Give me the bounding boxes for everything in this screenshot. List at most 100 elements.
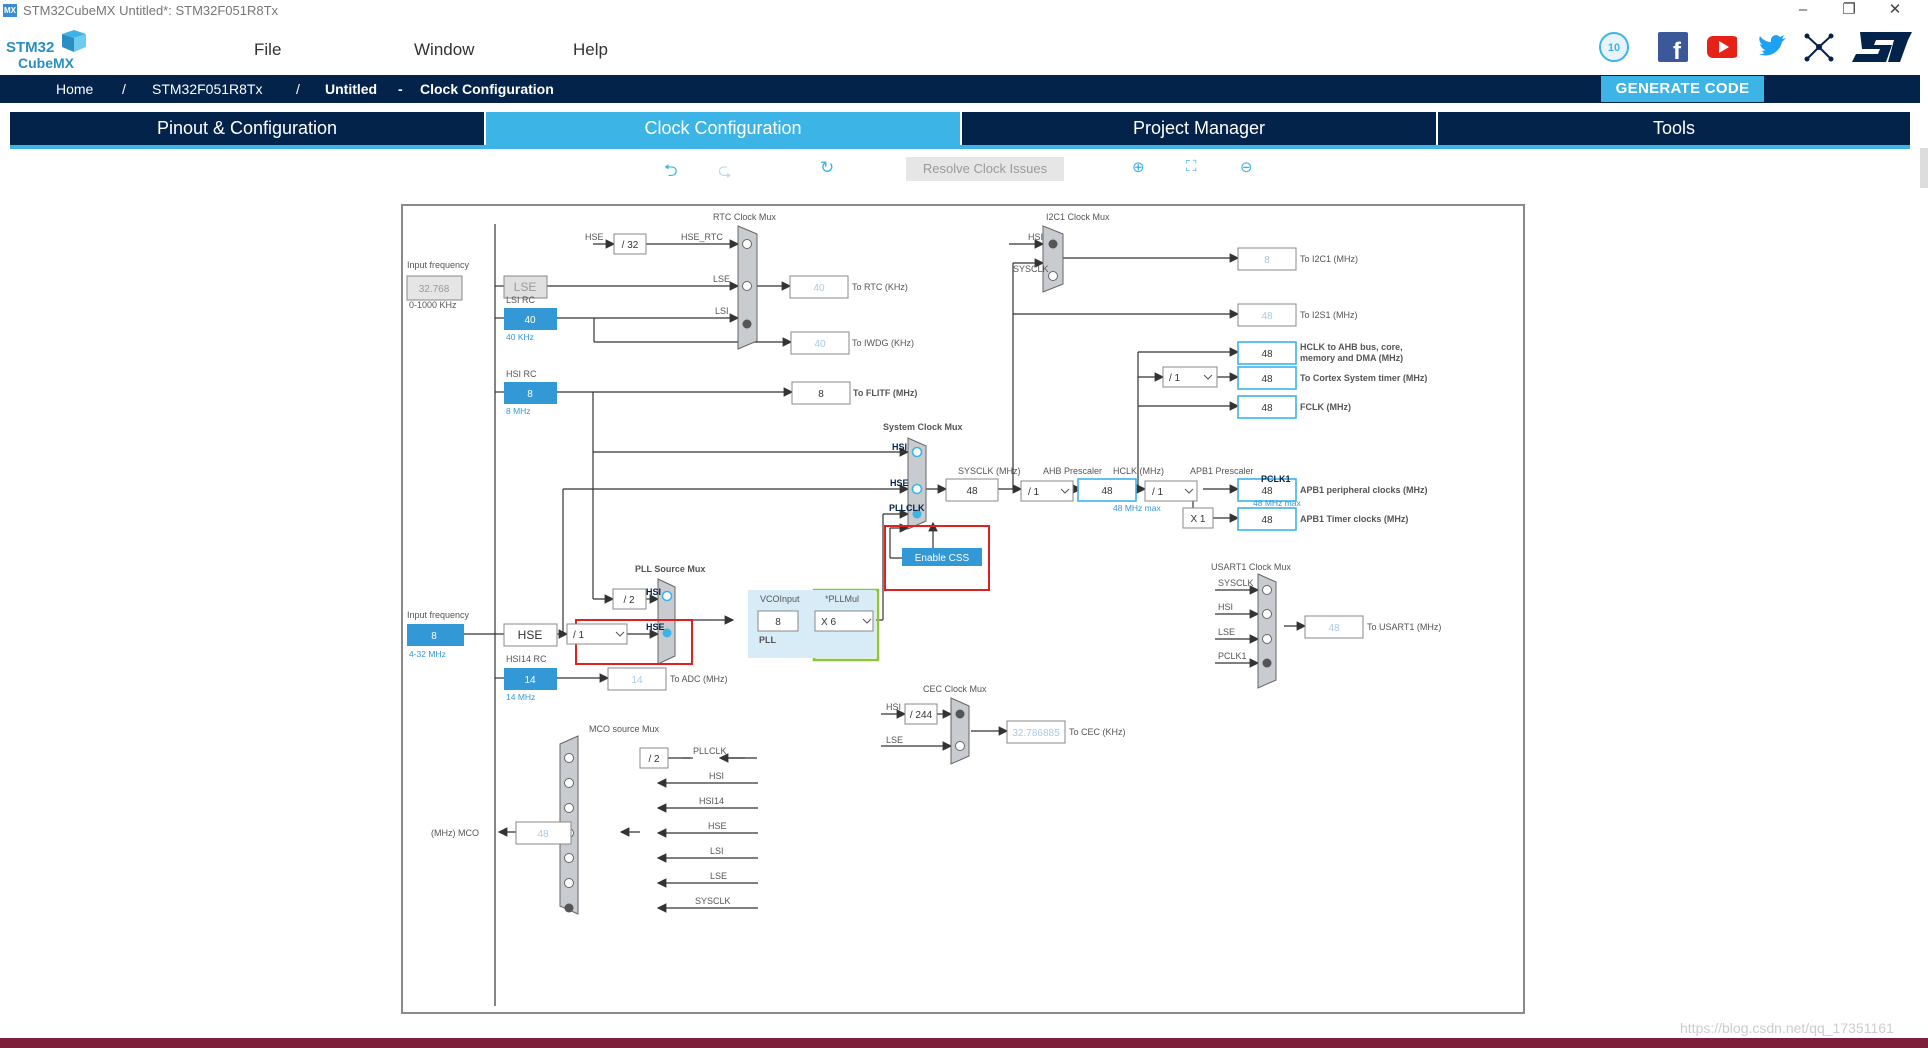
label: HSI RC [506,369,537,379]
to-usart-value: 48 [1328,623,1340,634]
label: To I2C1 (MHz) [1300,254,1358,264]
hse-prediv-select[interactable]: / 1 [573,630,585,641]
x1-box: X 1 [1190,514,1205,525]
label: HSE [708,821,727,831]
tab-clock-configuration[interactable]: Clock Configuration [486,112,960,148]
label: LSE [713,274,730,284]
out-apb1t-value: 48 [1261,515,1273,526]
to-i2s1-value: 48 [1261,311,1273,322]
label: APB1 peripheral clocks (MHz) [1300,485,1428,495]
st-logo-icon[interactable] [1852,32,1912,62]
label: MCO source Mux [589,724,660,734]
tab-pinout[interactable]: Pinout & Configuration [10,112,484,148]
breadcrumb-home[interactable]: Home [56,81,93,97]
label: HSI14 [699,796,724,806]
breadcrumb-project[interactable]: Untitled [325,81,377,97]
apb1-prescaler-select[interactable]: / 1 [1152,487,1164,498]
ahb-prescaler-select[interactable]: / 1 [1028,487,1040,498]
label: *PLLMul [825,594,859,604]
facebook-icon[interactable]: f [1658,32,1688,62]
close-button[interactable]: ✕ [1872,0,1918,22]
breadcrumb-mcu[interactable]: STM32F051R8Tx [152,81,262,97]
label: FCLK (MHz) [1300,402,1351,412]
network-icon[interactable] [1804,32,1834,62]
label: APB1 Prescaler [1190,466,1254,476]
twitter-icon[interactable] [1757,32,1787,62]
to-cec-value: 32.786885 [1012,728,1060,739]
zoom-out-icon[interactable]: ⊖ [1240,158,1253,176]
label: PLLCLK [889,503,925,513]
label: PLL Source Mux [635,564,705,574]
watermark: https://blog.csdn.net/qq_17351161 [1680,1020,1894,1036]
minimize-button[interactable]: – [1780,0,1826,22]
zoom-in-icon[interactable]: ⊕ [1132,158,1145,176]
to-flitf-value: 8 [818,389,824,400]
to-iwdg-value: 40 [814,339,826,350]
lse-input-freq: 32.768 [419,284,450,295]
pllmul-select[interactable]: X 6 [821,617,836,628]
label: Input frequency [407,260,470,270]
label: System Clock Mux [883,422,963,432]
label: To Cortex System timer (MHz) [1300,373,1427,383]
hclk-value: 48 [1101,486,1113,497]
brand-line1: STM32 [6,39,54,56]
tab-project-manager[interactable]: Project Manager [962,112,1436,148]
label: HSI14 RC [506,654,547,664]
label: (MHz) MCO [431,828,479,838]
redo-icon[interactable]: ⮎ [718,158,732,187]
label: To RTC (KHz) [852,282,908,292]
lsi-unit: 40 KHz [506,332,534,342]
youtube-icon[interactable] [1707,34,1737,64]
maximize-button[interactable]: ❐ [1826,0,1872,22]
brand-line2: CubeMX [18,55,75,71]
cortex-divider-select[interactable]: / 1 [1169,373,1181,384]
cube-icon: STM32 CubeMX [6,30,86,71]
pll-hsi-div-box: / 2 [623,595,635,606]
label: HSI [1218,602,1233,612]
label: LSE [1218,627,1235,637]
label: HSE [890,478,909,488]
label: HSI [1028,232,1043,242]
label: AHB Prescaler [1043,466,1102,476]
scrollbar[interactable] [1920,148,1928,188]
generate-code-button[interactable]: GENERATE CODE [1601,76,1764,102]
hsi-unit: 8 MHz [506,406,531,416]
resolve-clock-issues-button[interactable]: Resolve Clock Issues [906,157,1064,181]
label: PCLK1 [1218,651,1247,661]
clock-tree-diagram: RTC Clock Mux I2C1 Clock Mux Input frequ… [406,212,1441,1006]
hsi14-rc-value: 14 [524,675,536,686]
label: RTC Clock Mux [713,212,776,222]
menu-window[interactable]: Window [414,40,474,60]
label: SYSCLK (MHz) [958,466,1021,476]
label: SYSCLK [695,896,731,906]
app-icon: MX [3,4,17,17]
to-adc-value: 14 [631,675,643,686]
label: LSI [710,846,724,856]
bottom-bar [0,1038,1928,1048]
hsi14-unit: 14 MHz [506,692,535,702]
mco-div-box: / 2 [648,754,660,765]
anniversary-10-icon[interactable]: 10 [1599,32,1629,62]
label: To USART1 (MHz) [1367,622,1441,632]
enable-css-button[interactable]: Enable CSS [915,553,970,564]
window-title: STM32CubeMX Untitled*: STM32F051R8Tx [23,3,279,18]
to-i2c1-value: 8 [1264,255,1270,266]
cec-div-box: / 244 [910,710,933,721]
hse-range: 4-32 MHz [409,649,446,659]
main-tabs: Pinout & Configuration Clock Configurati… [10,112,1910,148]
menu-help[interactable]: Help [573,40,608,60]
clock-tree-canvas: RTC Clock Mux I2C1 Clock Mux Input frequ… [401,204,1525,1014]
label: HSE [646,622,665,632]
hse-input-freq: 8 [431,631,437,642]
tab-tools[interactable]: Tools [1438,112,1910,148]
label: 0-1000 KHz [409,300,457,310]
undo-icon[interactable]: ⮌ [664,158,678,187]
fit-screen-icon[interactable]: ⛶ [1186,158,1197,175]
menu-file[interactable]: File [254,40,281,60]
mco-value: 48 [537,829,549,840]
label: LSE [710,871,727,881]
label: HSE_RTC [681,232,723,242]
tab-underline [10,145,1910,149]
label: APB1 Timer clocks (MHz) [1300,514,1408,524]
reset-icon[interactable]: ↻ [820,158,834,178]
